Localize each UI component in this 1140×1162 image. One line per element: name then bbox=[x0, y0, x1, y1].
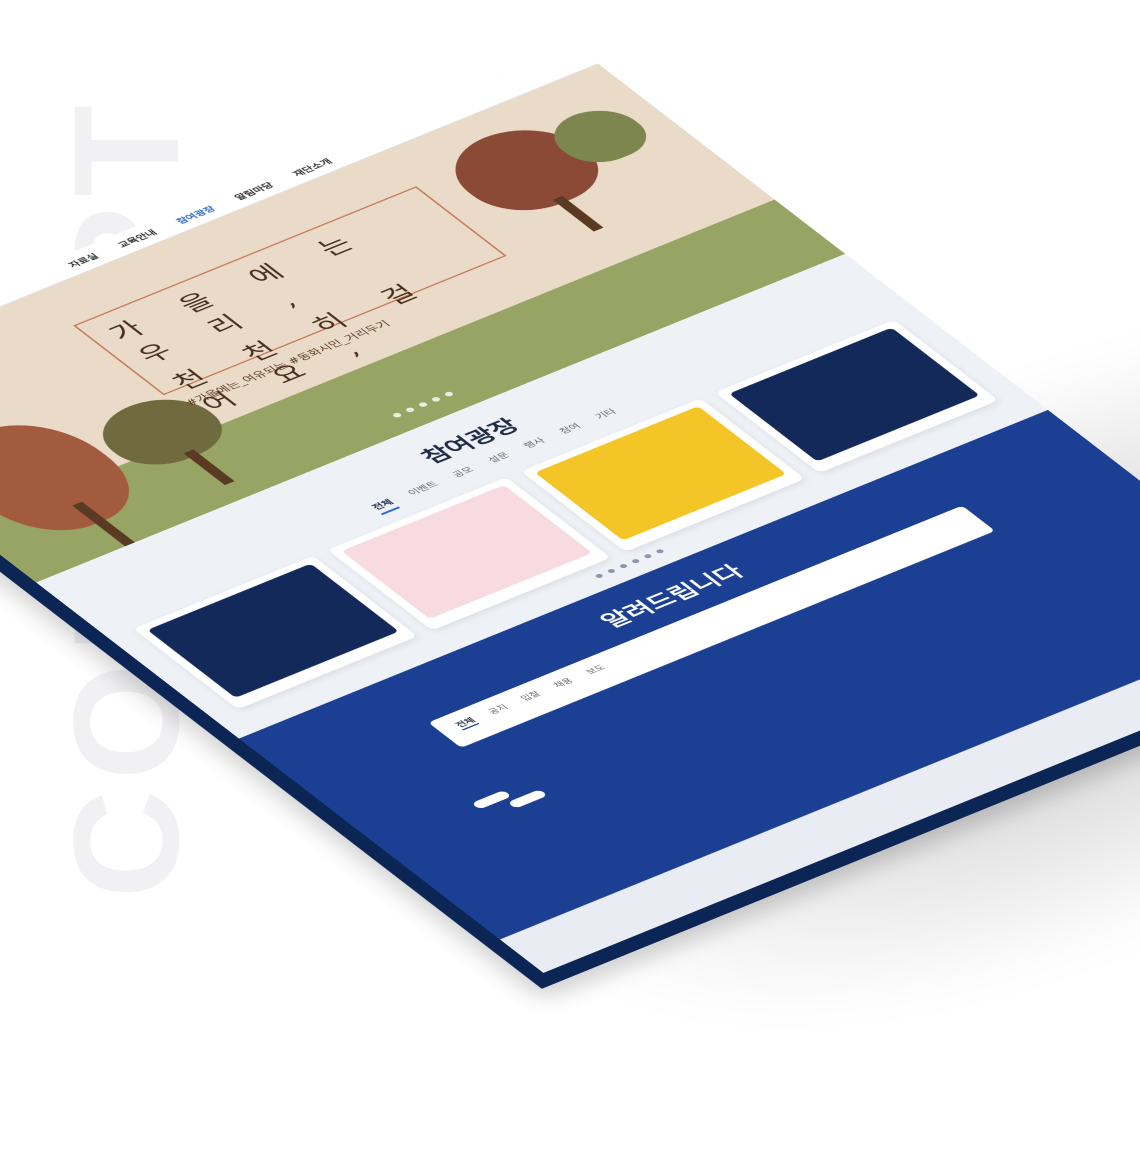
pagination-dot[interactable] bbox=[618, 563, 629, 569]
tab-item[interactable]: 보도 bbox=[583, 663, 610, 678]
tab-item[interactable]: 행사 bbox=[520, 435, 552, 453]
tab-item[interactable]: 공모 bbox=[449, 464, 481, 482]
tab-item[interactable]: 기타 bbox=[591, 406, 623, 424]
tab-item[interactable]: 입찰 bbox=[518, 689, 545, 704]
tree-trunk bbox=[552, 195, 604, 232]
nav-item[interactable]: 자료실 bbox=[64, 251, 101, 270]
tab-item[interactable]: 이벤트 bbox=[404, 479, 445, 501]
tab-all[interactable]: 전체 bbox=[368, 496, 401, 516]
tab-item[interactable]: 채용 bbox=[550, 676, 577, 691]
pagination-dot[interactable] bbox=[594, 573, 605, 579]
cloud-decoration bbox=[507, 789, 548, 809]
tab-item[interactable]: 설문 bbox=[484, 450, 516, 468]
cloud-decoration bbox=[471, 790, 512, 810]
pagination-dot[interactable] bbox=[606, 568, 617, 574]
tab-all[interactable]: 전체 bbox=[452, 715, 480, 731]
pagination-dot[interactable] bbox=[642, 553, 653, 559]
tab-item[interactable]: 참여 bbox=[556, 421, 588, 439]
pagination-dot[interactable] bbox=[630, 558, 641, 564]
pagination-dot[interactable] bbox=[655, 548, 665, 555]
tab-item[interactable]: 공지 bbox=[485, 702, 512, 717]
